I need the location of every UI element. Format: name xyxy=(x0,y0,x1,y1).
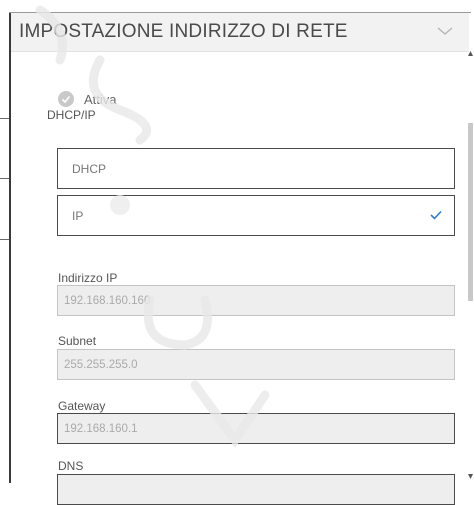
option-dhcp[interactable]: DHCP xyxy=(57,148,455,189)
check-icon xyxy=(430,210,442,220)
section-header[interactable]: IMPOSTAZIONE INDIRIZZO DI RETE xyxy=(11,13,469,52)
dialog-left-border xyxy=(9,12,11,483)
network-settings-window: IMPOSTAZIONE INDIRIZZO DI RETE Attiva DH… xyxy=(0,0,474,505)
ip-address-label: Indirizzo IP xyxy=(58,271,118,285)
scroll-thumb[interactable] xyxy=(468,123,473,301)
dhcp-ip-label: DHCP/IP xyxy=(47,108,96,122)
subnet-label: Subnet xyxy=(58,334,97,348)
scrollbar[interactable] xyxy=(467,51,474,483)
scroll-up-icon[interactable] xyxy=(468,51,473,57)
toggle-icon[interactable] xyxy=(58,91,74,107)
dns-field[interactable] xyxy=(57,474,455,505)
active-label: Attiva xyxy=(84,91,117,107)
gateway-field[interactable] xyxy=(57,413,455,444)
chevron-down-icon[interactable] xyxy=(437,26,453,36)
option-ip[interactable]: IP xyxy=(57,195,455,236)
ip-address-field[interactable] xyxy=(57,285,455,316)
subnet-field[interactable] xyxy=(57,349,455,380)
option-dhcp-label: DHCP xyxy=(72,162,107,176)
option-ip-label: IP xyxy=(72,209,84,223)
scroll-down-icon[interactable] xyxy=(468,473,473,479)
gateway-label: Gateway xyxy=(58,399,106,413)
section-title: IMPOSTAZIONE INDIRIZZO DI RETE xyxy=(19,21,348,42)
active-toggle[interactable]: Attiva xyxy=(58,88,117,110)
dns-label: DNS xyxy=(58,459,84,473)
